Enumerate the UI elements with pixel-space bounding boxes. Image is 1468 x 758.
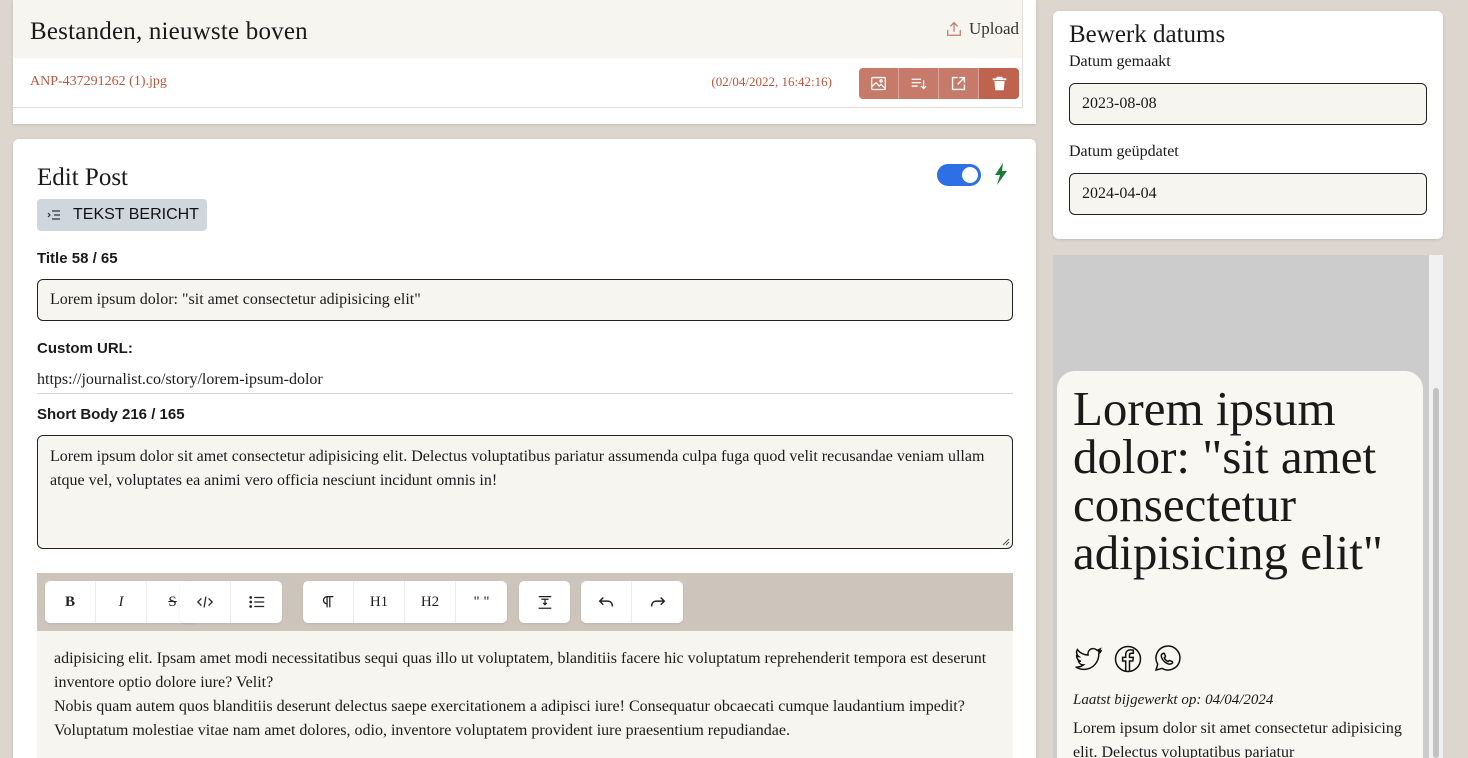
code-icon — [196, 596, 214, 608]
created-date-label: Datum gemaakt — [1069, 53, 1171, 70]
mobile-preview: Lorem ipsum dolor: "sit amet consectetur… — [1057, 371, 1423, 758]
format-group: B I S — [45, 581, 198, 623]
upload-icon — [947, 21, 961, 36]
short-body-textarea[interactable]: Lorem ipsum dolor sit amet consectetur a… — [37, 435, 1013, 549]
sort-button[interactable] — [899, 68, 939, 99]
h1-button[interactable]: H1 — [354, 581, 405, 623]
trash-icon — [992, 76, 1006, 91]
custom-url-input[interactable]: https://journalist.co/story/lorem-ipsum-… — [37, 370, 1013, 394]
file-name-link[interactable]: ANP-437291262 (1).jpg — [30, 74, 167, 90]
horizontal-rule-button[interactable] — [519, 581, 570, 623]
preview-updated-text: Laatst bijgewerkt op: 04/04/2024 — [1073, 692, 1274, 708]
resize-grip-icon[interactable] — [1002, 538, 1010, 546]
upload-button[interactable]: Upload — [945, 19, 1019, 39]
file-actions — [859, 68, 1019, 99]
edit-post-panel: Edit Post TEKST BERICHT Title 58 / 65 Lo… — [13, 139, 1036, 758]
blockquote-button[interactable]: " " — [456, 581, 507, 623]
code-list-group — [180, 581, 282, 623]
post-type-badge[interactable]: TEKST BERICHT — [37, 199, 207, 231]
file-date: (02/04/2022, 16:42:16) — [711, 74, 832, 89]
h2-button[interactable]: H2 — [405, 581, 456, 623]
history-group — [581, 581, 683, 623]
title-input[interactable]: Lorem ipsum dolor: "sit amet consectetur… — [37, 279, 1013, 321]
insert-image-button[interactable] — [859, 68, 899, 99]
bullet-list-button[interactable] — [231, 581, 282, 623]
hr-group — [519, 581, 570, 623]
flash-icon[interactable] — [994, 163, 1008, 185]
italic-button[interactable]: I — [96, 581, 147, 623]
edit-post-title: Edit Post — [37, 164, 128, 191]
toggle-knob — [962, 167, 978, 183]
rich-text-editor[interactable]: adipisicing elit. Ipsam amet modi necess… — [37, 631, 1013, 758]
dates-title: Bewerk datums — [1069, 21, 1226, 48]
custom-url-value: https://journalist.co/story/lorem-ipsum-… — [37, 371, 323, 388]
files-list: Bestanden, nieuwste boven Upload ANP-437… — [13, 0, 1023, 108]
share-icons — [1074, 644, 1182, 674]
upload-label: Upload — [968, 19, 1019, 38]
post-type-label: TEKST BERICHT — [73, 206, 199, 223]
file-row: ANP-437291262 (1).jpg (02/04/2022, 16:42… — [30, 68, 1022, 99]
paragraph-icon — [322, 595, 334, 608]
short-body-text: Lorem ipsum dolor sit amet consectetur a… — [50, 448, 985, 489]
files-header: Bestanden, nieuwste boven Upload — [13, 0, 1022, 58]
facebook-icon[interactable] — [1113, 644, 1143, 674]
undo-icon — [598, 596, 614, 607]
block-group: H1 H2 " " — [303, 581, 507, 623]
redo-button[interactable] — [632, 581, 683, 623]
bullet-list-icon — [248, 596, 264, 608]
redo-icon — [650, 596, 665, 607]
short-body-label: Short Body 216 / 165 — [37, 406, 185, 423]
title-label: Title 58 / 65 — [37, 250, 118, 267]
custom-url-label: Custom URL: — [37, 340, 133, 357]
updated-date-label: Datum geüpdatet — [1069, 143, 1179, 160]
undo-button[interactable] — [581, 581, 632, 623]
preview-scrollbar-thumb[interactable] — [1433, 388, 1439, 758]
rich-text-toolbar: B I S H1 H2 " " — [37, 573, 1013, 631]
text-list-icon — [47, 210, 60, 220]
editor-paragraph: adipisicing elit. Ipsam amet modi necess… — [54, 650, 987, 691]
preview-title: Lorem ipsum dolor: "sit amet consectetur… — [1073, 381, 1383, 580]
created-date-input[interactable]: 2023-08-08 — [1069, 83, 1427, 125]
paragraph-button[interactable] — [303, 581, 354, 623]
sort-icon — [911, 78, 927, 90]
twitter-icon[interactable] — [1074, 644, 1104, 674]
files-title: Bestanden, nieuwste boven — [30, 18, 308, 45]
delete-file-button[interactable] — [979, 68, 1019, 99]
horizontal-rule-icon — [538, 595, 551, 609]
files-panel: Bestanden, nieuwste boven Upload ANP-437… — [13, 0, 1036, 124]
open-external-button[interactable] — [939, 68, 979, 99]
image-icon — [871, 76, 886, 91]
updated-date-input[interactable]: 2024-04-04 — [1069, 173, 1427, 215]
external-link-icon — [951, 76, 966, 91]
publish-toggle[interactable] — [937, 164, 981, 186]
bold-button[interactable]: B — [45, 581, 96, 623]
code-button[interactable] — [180, 581, 231, 623]
dates-panel: Bewerk datums Datum gemaakt 2023-08-08 D… — [1053, 11, 1443, 239]
editor-paragraph: Nobis quam autem quos blanditiis deserun… — [54, 698, 965, 739]
whatsapp-icon[interactable] — [1152, 644, 1182, 674]
preview-body: Lorem ipsum dolor sit amet consectetur a… — [1073, 720, 1402, 758]
